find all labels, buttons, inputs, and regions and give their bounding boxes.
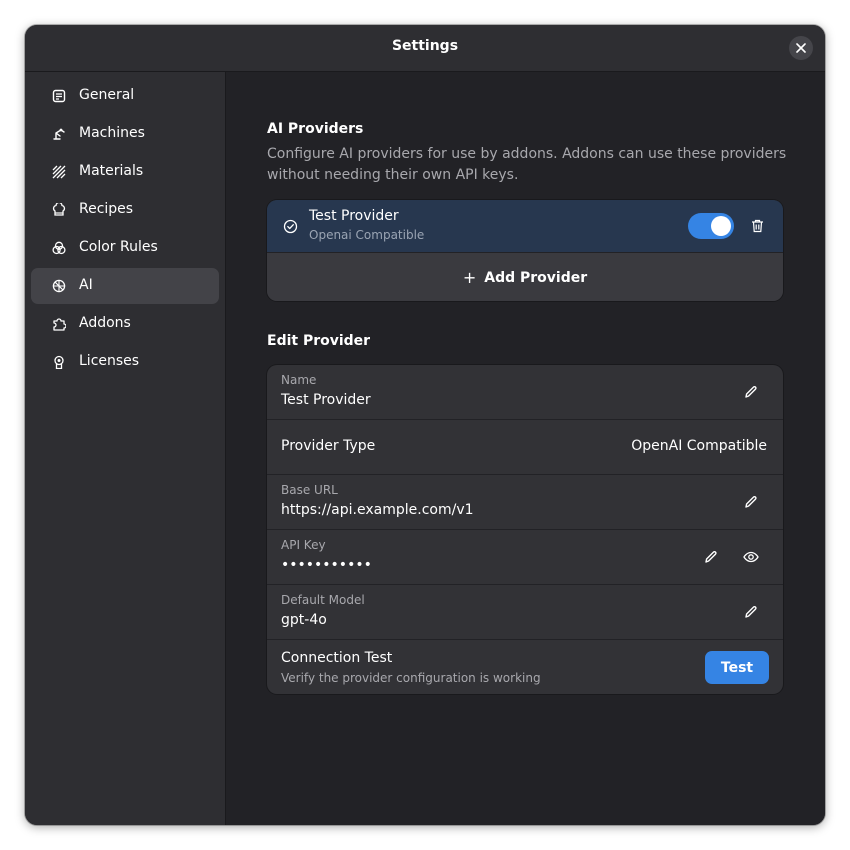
pencil-icon — [705, 551, 717, 563]
ai-providers-description: Configure AI providers for use by addons… — [267, 146, 787, 183]
name-label: Name — [281, 373, 317, 387]
provider-name: Test Provider — [309, 208, 399, 224]
name-value: Test Provider — [281, 392, 371, 408]
sidebar-item-ai[interactable]: AI — [31, 268, 219, 304]
edit-provider-title: Edit Provider — [267, 333, 371, 349]
pencil-icon — [745, 496, 757, 508]
add-provider-label: Add Provider — [484, 269, 588, 286]
edit-provider-card: Name Test Provider Provider Type OpenAI … — [267, 365, 783, 694]
sidebar-item-color-rules[interactable]: Color Rules — [31, 230, 219, 266]
general-icon — [51, 88, 67, 104]
provider-type-label: Provider Type — [281, 438, 376, 454]
sidebar-item-label: Machines — [79, 125, 145, 141]
license-icon — [51, 354, 67, 370]
sidebar-item-label: Recipes — [79, 201, 134, 217]
sidebar-item-addons[interactable]: Addons — [31, 306, 219, 342]
provider-item[interactable]: Test Provider Openai Compatible — [267, 200, 783, 252]
base-url-row: Base URL https://api.example.com/v1 — [267, 474, 783, 529]
content-pane: AI Providers Configure AI providers for … — [226, 72, 825, 825]
check-circle-icon — [276, 212, 304, 240]
default-model-value: gpt-4o — [281, 612, 327, 628]
eye-icon — [743, 551, 759, 563]
sidebar: General Machines Materials Recipes Color… — [25, 72, 226, 825]
sidebar-item-label: General — [79, 87, 135, 103]
sidebar-item-label: Color Rules — [79, 239, 158, 255]
show-api-key-button[interactable] — [737, 543, 765, 571]
machine-icon — [51, 126, 67, 142]
api-key-label: API Key — [281, 538, 326, 552]
edit-api-key-button[interactable] — [697, 543, 725, 571]
pencil-icon — [745, 606, 757, 618]
materials-icon — [51, 164, 67, 180]
sidebar-item-label: Licenses — [79, 353, 140, 369]
sidebar-item-label: Materials — [79, 163, 144, 179]
toggle-knob — [711, 216, 731, 236]
connection-test-description: Verify the provider configuration is wor… — [281, 671, 541, 685]
settings-window: Settings General Machines Materials Reci… — [25, 25, 825, 825]
connection-test-row: Connection Test Verify the provider conf… — [267, 639, 783, 694]
color-rules-icon — [51, 240, 67, 256]
api-key-value: ••••••••••• — [281, 557, 372, 573]
connection-test-label: Connection Test — [281, 650, 393, 666]
pencil-icon — [745, 386, 757, 398]
providers-list: Test Provider Openai Compatible + Add Pr… — [267, 200, 783, 301]
titlebar: Settings — [25, 25, 825, 72]
sidebar-item-general[interactable]: General — [31, 78, 219, 114]
sidebar-item-materials[interactable]: Materials — [31, 154, 219, 190]
ai-providers-title: AI Providers — [267, 121, 364, 137]
sidebar-item-label: AI — [79, 277, 93, 293]
provider-enabled-toggle[interactable] — [688, 213, 734, 239]
plus-icon: + — [462, 268, 477, 287]
provider-type-row[interactable]: Provider Type OpenAI Compatible — [267, 419, 783, 474]
base-url-label: Base URL — [281, 483, 338, 497]
name-row: Name Test Provider — [267, 365, 783, 419]
sidebar-item-label: Addons — [79, 315, 131, 331]
sidebar-item-licenses[interactable]: Licenses — [31, 344, 219, 380]
sidebar-item-recipes[interactable]: Recipes — [31, 192, 219, 228]
default-model-label: Default Model — [281, 593, 365, 607]
edit-name-button[interactable] — [737, 378, 765, 406]
close-button[interactable] — [789, 36, 813, 60]
trash-icon — [751, 219, 763, 233]
base-url-value: https://api.example.com/v1 — [281, 502, 474, 518]
sidebar-item-machines[interactable]: Machines — [31, 116, 219, 152]
edit-base-url-button[interactable] — [737, 488, 765, 516]
provider-type-value: OpenAI Compatible — [631, 438, 767, 454]
close-icon — [796, 43, 806, 53]
edit-default-model-button[interactable] — [737, 598, 765, 626]
window-title: Settings — [391, 38, 459, 54]
api-key-row: API Key ••••••••••• — [267, 529, 783, 584]
ai-icon — [51, 278, 67, 294]
default-model-row: Default Model gpt-4o — [267, 584, 783, 639]
puzzle-icon — [51, 316, 67, 332]
add-provider-button[interactable]: + Add Provider — [267, 252, 783, 301]
recipes-icon — [51, 202, 67, 218]
provider-type: Openai Compatible — [309, 228, 425, 242]
delete-provider-button[interactable] — [743, 212, 771, 240]
test-button[interactable]: Test — [705, 651, 769, 684]
